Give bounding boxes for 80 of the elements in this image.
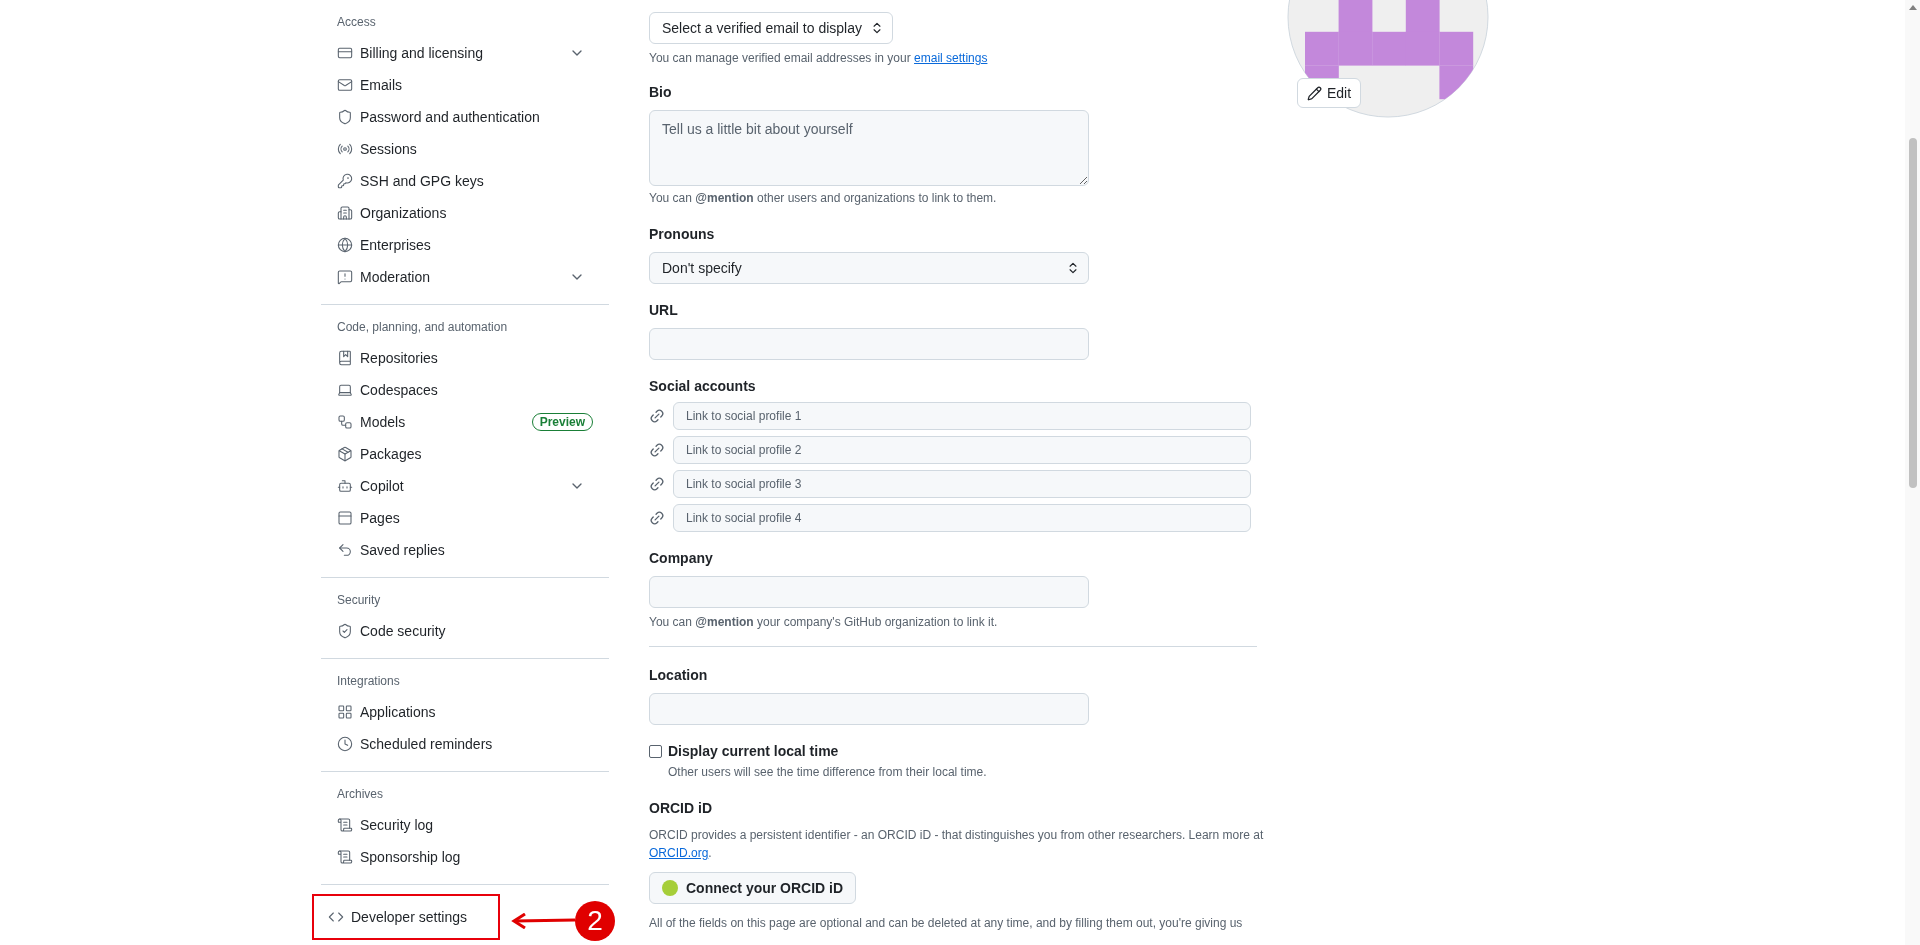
clock-icon xyxy=(337,736,353,752)
sidebar-item[interactable]: Code security xyxy=(321,615,609,647)
social-link-field[interactable]: Link to social profile 2 xyxy=(673,436,1251,464)
shield-icon xyxy=(337,109,353,125)
nodes-icon xyxy=(337,414,353,430)
text-field[interactable] xyxy=(649,576,1089,608)
sidebar-item[interactable]: Sessions xyxy=(321,133,609,165)
sidebar-item[interactable]: Organizations xyxy=(321,197,609,229)
section-heading: Integrations xyxy=(337,673,400,690)
social-link-field[interactable]: Link to social profile 3 xyxy=(673,470,1251,498)
checkbox-label: Display current local time xyxy=(668,742,839,761)
field-label: Bio xyxy=(649,83,672,102)
social-link-field[interactable]: Link to social profile 4 xyxy=(673,504,1251,532)
pronouns-select[interactable]: Don't specify xyxy=(649,252,1089,284)
sidebar-item[interactable]: Emails xyxy=(321,69,609,101)
key-icon xyxy=(337,173,353,189)
section-heading: Code, planning, and automation xyxy=(337,319,508,336)
sidebar-item[interactable]: Scheduled reminders xyxy=(321,728,609,760)
section-heading: Security xyxy=(337,592,381,609)
email-settings-link[interactable]: email settings xyxy=(914,51,988,65)
bio-field[interactable]: Tell us a little bit about yourself xyxy=(649,110,1089,186)
social-link-field[interactable]: Link to social profile 1 xyxy=(673,402,1251,430)
pencil-icon xyxy=(1307,85,1322,101)
browser-icon xyxy=(337,510,353,526)
package-icon xyxy=(337,446,353,462)
hint-text: You can @mention other users and organizations to link to them. xyxy=(649,190,997,206)
credit-card-icon xyxy=(337,45,353,61)
sidebar-item[interactable]: Packages xyxy=(321,438,609,470)
sidebar-item[interactable]: Codespaces xyxy=(321,374,609,406)
sidebar-item[interactable]: Models Preview xyxy=(321,406,609,438)
field-label: Location xyxy=(649,666,708,685)
email-select[interactable]: Select a verified email to display xyxy=(649,12,893,44)
sidebar-item[interactable]: Security log xyxy=(321,809,609,841)
code-icon xyxy=(328,909,344,925)
building-icon xyxy=(337,205,353,221)
hint-text: You can manage verified email addresses in your email settings xyxy=(649,50,988,66)
globe-icon xyxy=(337,237,353,253)
report-icon xyxy=(337,269,353,285)
reply-arrow-icon xyxy=(337,542,353,558)
field-label: ORCID iD xyxy=(649,799,712,818)
sidebar-item[interactable]: Moderation xyxy=(321,261,609,293)
sidebar-item[interactable]: Sponsorship log xyxy=(321,841,609,873)
hint-text: Other users will see the time difference from their local time. xyxy=(668,764,987,780)
edit-button[interactable]: Edit xyxy=(1297,78,1362,108)
robot-icon xyxy=(337,478,353,494)
arrow-annotation xyxy=(511,913,575,929)
sidebar-item[interactable]: Applications xyxy=(321,696,609,728)
privacy-notice: All of the fields on this page are optional and can be deleted at any time, and by filling them out, you're giving us xyxy=(649,915,1243,932)
field-label: Company xyxy=(649,549,713,568)
sidebar-item[interactable]: Pages xyxy=(321,502,609,534)
sidebar-item[interactable]: SSH and GPG keys xyxy=(321,165,609,197)
text-field[interactable] xyxy=(649,328,1089,360)
mail-icon xyxy=(337,77,353,93)
scroll-icon xyxy=(337,817,353,833)
sidebar-item[interactable]: Copilot xyxy=(321,470,609,502)
field-label: Social accounts xyxy=(649,377,756,396)
sidebar-item[interactable]: Repositories xyxy=(321,342,609,374)
step-number-badge: 2 xyxy=(575,901,615,941)
checkbox[interactable] xyxy=(649,745,662,758)
field-label: Pronouns xyxy=(649,225,715,244)
section-heading: Access xyxy=(337,14,376,31)
scroll-icon xyxy=(337,849,353,865)
field-label: URL xyxy=(649,301,678,320)
book-icon xyxy=(337,350,353,366)
orcid-logo-icon xyxy=(662,880,678,896)
text-field[interactable] xyxy=(649,693,1089,725)
hint-text: You can @mention your company's GitHub organization to link it. xyxy=(649,614,998,630)
sidebar-item[interactable]: Password and authentication xyxy=(321,101,609,133)
sidebar-item[interactable]: Saved replies xyxy=(321,534,609,566)
sidebar-item[interactable]: Developer settings xyxy=(323,901,498,933)
broadcast-icon xyxy=(337,141,353,157)
orcid-description: ORCID provides a persistent identifier - an ORCID iD - that distinguishes you from other researchers. Learn more at ORCID.org. xyxy=(649,827,1265,862)
connect-orcid-button[interactable]: Connect your ORCID iD xyxy=(649,872,857,904)
sidebar-item[interactable]: Enterprises xyxy=(321,229,609,261)
laptop-icon xyxy=(337,382,353,398)
grid-icon xyxy=(337,704,353,720)
shield-icon xyxy=(337,623,353,639)
scroll-up-icon xyxy=(1908,5,1917,10)
section-heading: Archives xyxy=(337,786,383,803)
sidebar-item[interactable]: Billing and licensing xyxy=(321,37,609,69)
